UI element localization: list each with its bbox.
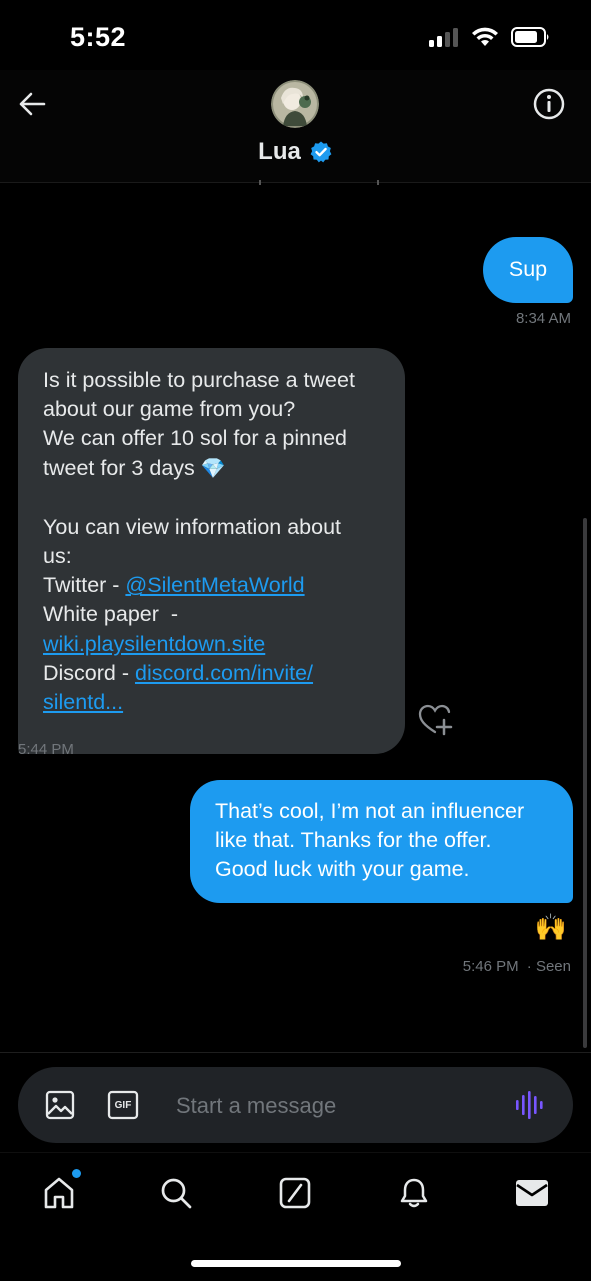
message-line: You can view information about xyxy=(43,514,342,539)
status-icons xyxy=(429,26,551,48)
signal-icon xyxy=(429,28,458,47)
message-list[interactable]: Sup 8:34 AM Is it possible to purchase a… xyxy=(0,182,591,1052)
contact-name-row[interactable]: Lua xyxy=(0,138,591,166)
notification-dot xyxy=(72,1169,81,1178)
gif-label: GIF xyxy=(114,1099,132,1111)
contact-name: Lua xyxy=(258,138,301,165)
search-icon xyxy=(161,1178,192,1209)
message-line: Is it possible to purchase a tweet xyxy=(43,368,355,392)
message-line: Good luck with your game. xyxy=(215,857,470,882)
voice-message-button[interactable] xyxy=(513,1089,545,1121)
heart-plus-icon xyxy=(418,704,453,736)
tab-messages[interactable] xyxy=(512,1173,552,1213)
message-line-text: tweet for 3 days xyxy=(43,455,195,480)
info-icon xyxy=(533,88,565,120)
reaction-emoji[interactable]: 🙌 xyxy=(535,912,567,943)
avatar-image xyxy=(271,80,319,128)
incoming-message-bubble[interactable]: Is it possible to purchase a tweet about… xyxy=(18,348,405,754)
message-timestamp: 5:46 PM xyxy=(462,958,519,975)
tab-search[interactable] xyxy=(156,1173,196,1213)
home-indicator xyxy=(191,1260,401,1267)
message-timestamp: 8:34 AM xyxy=(515,310,571,327)
outgoing-message-bubble[interactable]: That’s cool, I’m not an influencer like … xyxy=(190,780,573,903)
back-button[interactable] xyxy=(14,86,50,122)
outgoing-message-bubble[interactable]: Sup xyxy=(483,237,573,303)
discord-label: Discord - xyxy=(43,660,135,685)
discord-link[interactable]: discord.com/invite/ xyxy=(135,661,313,685)
message-line: tweet for 3 days 💎 xyxy=(43,454,405,484)
tab-home[interactable] xyxy=(39,1169,81,1213)
message-timestamp-row: 5:46 PM · Seen xyxy=(463,958,571,975)
twitter-handle-link[interactable]: @SilentMetaWorld xyxy=(125,573,304,597)
verified-badge-icon xyxy=(310,141,332,163)
message-line: Twitter - @SilentMetaWorld xyxy=(43,571,405,600)
tab-notifications[interactable] xyxy=(394,1173,434,1213)
message-line: Discord - discord.com/invite/ xyxy=(43,659,405,688)
conversation-info-button[interactable] xyxy=(531,86,567,122)
gem-emoji: 💎 xyxy=(200,457,226,480)
home-icon xyxy=(44,1177,74,1209)
tab-grok[interactable] xyxy=(275,1173,315,1213)
battery-icon xyxy=(511,27,549,47)
bell-icon xyxy=(400,1178,428,1208)
image-icon xyxy=(45,1090,75,1120)
message-composer: GIF xyxy=(18,1067,573,1143)
status-bar: 5:52 xyxy=(0,0,591,70)
message-timestamp: 5:44 PM xyxy=(18,741,74,758)
whitepaper-label: White paper - xyxy=(43,602,179,627)
message-text: Sup xyxy=(508,257,548,282)
voice-waveform-icon xyxy=(516,1091,543,1119)
wifi-icon xyxy=(472,27,498,46)
conversation-header: Lua xyxy=(0,70,591,183)
scrollbar[interactable] xyxy=(583,518,587,1048)
status-time: 5:52 xyxy=(70,22,127,52)
grok-icon xyxy=(279,1177,311,1209)
message-line: like that. Thanks for the offer. xyxy=(215,828,492,853)
message-input[interactable] xyxy=(174,1087,498,1125)
message-line: us: xyxy=(43,544,72,569)
add-gif-button[interactable]: GIF xyxy=(107,1089,139,1121)
avatar[interactable] xyxy=(271,80,319,128)
message-line: That’s cool, I’m not an influencer xyxy=(215,799,525,823)
composer-area: GIF xyxy=(0,1052,591,1153)
mail-icon xyxy=(516,1180,548,1206)
twitter-label: Twitter - xyxy=(43,573,126,598)
add-reaction-button[interactable] xyxy=(418,703,454,737)
discord-link-continued[interactable]: silentd... xyxy=(43,690,123,714)
read-status: · Seen xyxy=(526,958,571,975)
add-photo-button[interactable] xyxy=(44,1089,76,1121)
message-line: We can offer 10 sol for a pinned xyxy=(43,426,347,451)
whitepaper-link[interactable]: wiki.playsilentdown.site xyxy=(43,632,265,656)
arrow-left-icon xyxy=(19,92,46,116)
message-line: about our game from you? xyxy=(43,397,296,422)
